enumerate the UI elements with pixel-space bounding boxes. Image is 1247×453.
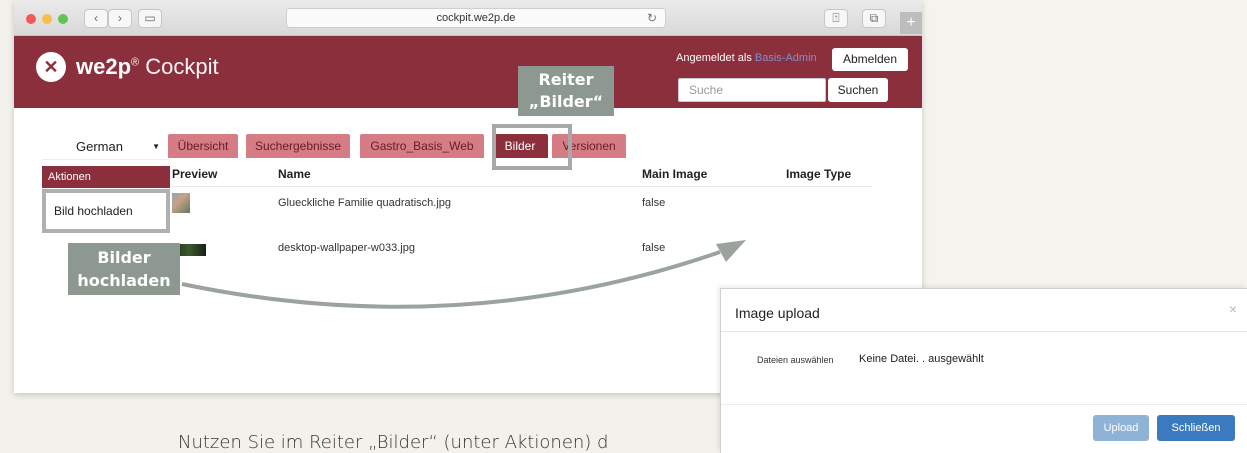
close-dialog-button[interactable]: Schließen — [1157, 415, 1235, 441]
dialog-title: Image upload — [735, 305, 820, 321]
image-upload-dialog: Image upload × Dateien auswählen Keine D… — [720, 288, 1247, 453]
upload-button[interactable]: Upload — [1093, 415, 1149, 441]
dialog-footer-divider — [721, 404, 1247, 405]
instruction-caption: Nutzen Sie im Reiter „Bilder“ (unter Akt… — [178, 432, 609, 453]
close-icon[interactable]: × — [1229, 301, 1237, 317]
dialog-divider — [721, 331, 1247, 332]
choose-files-button[interactable]: Dateien auswählen — [757, 355, 834, 365]
no-file-chosen-text: Keine Datei. . ausgewählt — [859, 353, 984, 365]
